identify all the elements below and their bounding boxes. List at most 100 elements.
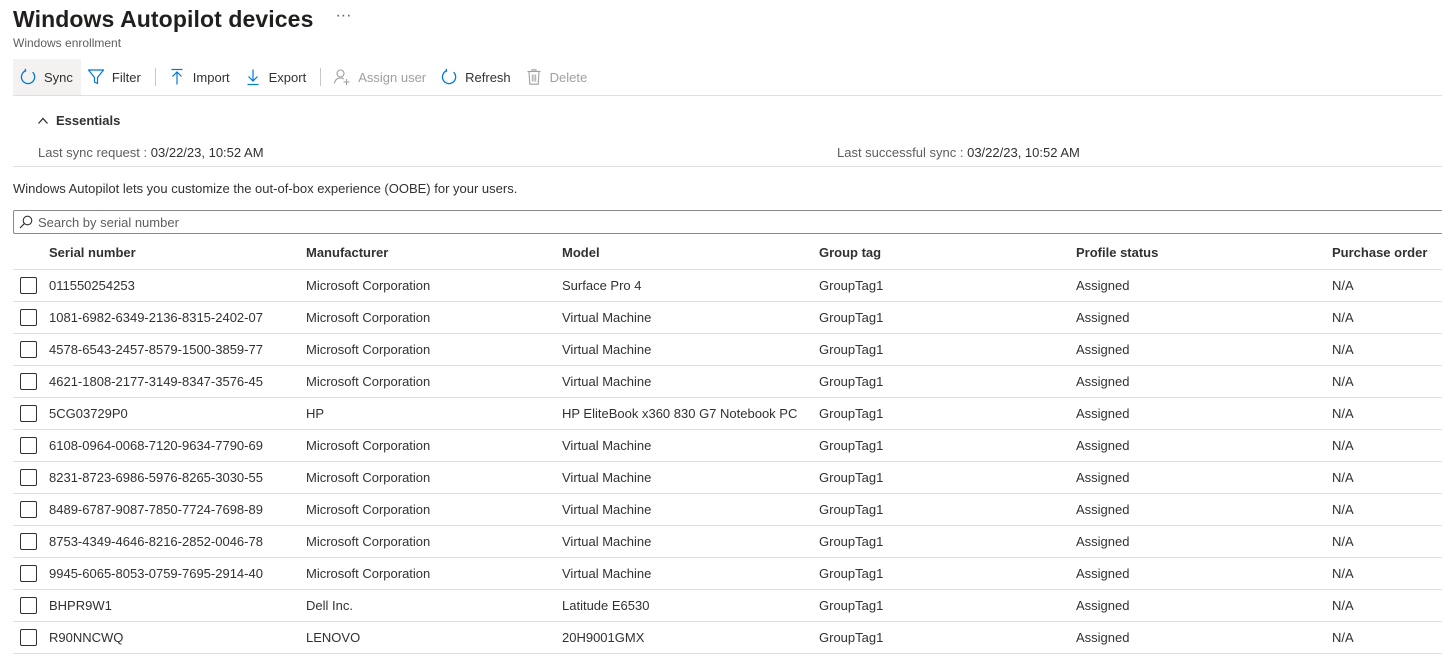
- table-row[interactable]: BHPR9W1 Dell Inc. Latitude E6530 GroupTag1 A…: [13, 590, 1442, 622]
- assign-user-button[interactable]: Assign user: [327, 59, 434, 95]
- column-header-group-tag[interactable]: Group tag: [819, 245, 1076, 260]
- column-header-profile-status[interactable]: Profile status: [1076, 245, 1332, 260]
- sync-button[interactable]: Sync: [13, 59, 81, 95]
- delete-button[interactable]: Delete: [519, 59, 596, 95]
- trash-icon: [527, 69, 541, 85]
- import-label: Import: [192, 69, 230, 85]
- row-checkbox[interactable]: [20, 373, 37, 390]
- table-row[interactable]: 4621-1808-2177-3149-8347-3576-45 Microsof…: [13, 366, 1442, 398]
- cell-manufacturer: Dell Inc.: [306, 598, 353, 613]
- row-checkbox[interactable]: [20, 533, 37, 550]
- title-row: Windows Autopilot devices ···: [13, 4, 351, 34]
- row-checkbox[interactable]: [20, 597, 37, 614]
- search-box[interactable]: [13, 210, 1442, 234]
- row-checkbox[interactable]: [20, 501, 37, 518]
- cell-profile-status: Assigned: [1076, 438, 1130, 453]
- table-row[interactable]: R90NNCWQ LENOVO 20H9001GMX GroupTag1 Assigne…: [13, 622, 1442, 654]
- table-row[interactable]: 8231-8723-6986-5976-8265-3030-55 Microsof…: [13, 462, 1442, 494]
- table-row[interactable]: 9945-6065-8053-0759-7695-2914-40 Microsof…: [13, 558, 1442, 590]
- cell-model: Virtual Machine: [562, 438, 652, 453]
- column-header-manufacturer[interactable]: Manufacturer: [306, 245, 562, 260]
- last-sync-request-label: Last sync request: [38, 145, 140, 160]
- sync-icon: [20, 68, 36, 85]
- cell-group-tag: GroupTag1: [819, 566, 884, 581]
- intro-text: Windows Autopilot lets you customize the…: [13, 181, 518, 196]
- cell-profile-status: Assigned: [1076, 406, 1130, 421]
- row-checkbox[interactable]: [20, 309, 37, 326]
- cell-purchase-order: N/A: [1332, 438, 1354, 453]
- cell-serial-number: BHPR9W1: [49, 598, 112, 613]
- cell-serial-number: 1081-6982-6349-2136-8315-2402-07: [49, 310, 263, 325]
- column-header-purchase-order[interactable]: Purchase order: [1332, 245, 1442, 260]
- essentials-toggle[interactable]: Essentials: [37, 113, 120, 128]
- row-checkbox-cell: [13, 277, 49, 294]
- cell-purchase-order: N/A: [1332, 470, 1354, 485]
- assign-user-label: Assign user: [358, 69, 427, 85]
- export-button[interactable]: Export: [238, 59, 315, 95]
- row-checkbox[interactable]: [20, 437, 37, 454]
- command-bar: Sync Filter Import Export Assign user Re…: [13, 59, 1442, 96]
- cell-manufacturer: Microsoft Corporation: [306, 374, 431, 389]
- table-row[interactable]: 5CG03729P0 HP HP EliteBook x360 830 G7 Not…: [13, 398, 1442, 430]
- last-sync-request-value: 03/22/23, 10:52 AM: [150, 145, 264, 160]
- row-checkbox[interactable]: [20, 341, 37, 358]
- refresh-label: Refresh: [465, 69, 511, 85]
- cell-profile-status: Assigned: [1076, 630, 1130, 645]
- row-checkbox[interactable]: [20, 469, 37, 486]
- cell-serial-number: 5CG03729P0: [49, 406, 128, 421]
- cell-manufacturer: Microsoft Corporation: [306, 310, 431, 325]
- table-row[interactable]: 8489-6787-9087-7850-7724-7698-89 Microsof…: [13, 494, 1442, 526]
- cell-profile-status: Assigned: [1076, 566, 1130, 581]
- cell-group-tag: GroupTag1: [819, 502, 884, 517]
- column-header-serial-number[interactable]: Serial number: [49, 245, 306, 260]
- column-header-model[interactable]: Model: [562, 245, 819, 260]
- cell-group-tag: GroupTag1: [819, 406, 884, 421]
- refresh-button[interactable]: Refresh: [434, 59, 519, 95]
- filter-button[interactable]: Filter: [81, 59, 149, 95]
- search-input[interactable]: [38, 214, 1418, 230]
- table-row[interactable]: 6108-0964-0068-7120-9634-7790-69 Microsof…: [13, 430, 1442, 462]
- more-options-icon[interactable]: ···: [335, 6, 351, 26]
- cell-group-tag: GroupTag1: [819, 598, 884, 613]
- row-checkbox[interactable]: [20, 405, 37, 422]
- table-row[interactable]: 1081-6982-6349-2136-8315-2402-07 Microsof…: [13, 302, 1442, 334]
- cell-model: Virtual Machine: [562, 470, 652, 485]
- table-row[interactable]: 8753-4349-4646-8216-2852-0046-78 Microsof…: [13, 526, 1442, 558]
- cell-group-tag: GroupTag1: [819, 278, 884, 293]
- cell-serial-number: 4578-6543-2457-8579-1500-3859-77: [49, 342, 263, 357]
- filter-icon: [87, 69, 105, 85]
- row-checkbox-cell: [13, 565, 49, 582]
- table-body: 011550254253 Microsoft Corporation Surface…: [13, 270, 1442, 654]
- row-checkbox[interactable]: [20, 277, 37, 294]
- cell-purchase-order: N/A: [1332, 310, 1354, 325]
- chevron-up-icon: [38, 117, 48, 124]
- toolbar-separator: [320, 68, 322, 86]
- row-checkbox-cell: [13, 437, 49, 454]
- cell-group-tag: GroupTag1: [819, 342, 884, 357]
- cell-purchase-order: N/A: [1332, 534, 1354, 549]
- cell-model: HP EliteBook x360 830 G7 Notebook PC: [562, 406, 798, 421]
- import-icon: [171, 68, 183, 85]
- row-checkbox[interactable]: [20, 565, 37, 582]
- table-row[interactable]: 011550254253 Microsoft Corporation Surface…: [13, 270, 1442, 302]
- cell-model: Surface Pro 4: [562, 278, 642, 293]
- cell-group-tag: GroupTag1: [819, 630, 884, 645]
- devices-table: Serial number Manufacturer Model Group t…: [13, 236, 1442, 654]
- cell-model: Virtual Machine: [562, 342, 652, 357]
- refresh-icon: [441, 68, 457, 85]
- cell-group-tag: GroupTag1: [819, 438, 884, 453]
- cell-model: Virtual Machine: [562, 502, 652, 517]
- row-checkbox-cell: [13, 533, 49, 550]
- cell-serial-number: R90NNCWQ: [49, 630, 124, 645]
- essentials-divider: [13, 166, 1442, 167]
- cell-manufacturer: Microsoft Corporation: [306, 278, 431, 293]
- row-checkbox[interactable]: [20, 629, 37, 646]
- row-checkbox-cell: [13, 629, 49, 646]
- export-label: Export: [268, 69, 307, 85]
- page-header: Windows Autopilot devices ··· Windows en…: [13, 4, 351, 50]
- last-successful-sync-value: 03/22/23, 10:52 AM: [967, 145, 1080, 160]
- table-row[interactable]: 4578-6543-2457-8579-1500-3859-77 Microsof…: [13, 334, 1442, 366]
- cell-manufacturer: Microsoft Corporation: [306, 470, 431, 485]
- cell-model: 20H9001GMX: [562, 630, 645, 645]
- import-button[interactable]: Import: [162, 59, 238, 95]
